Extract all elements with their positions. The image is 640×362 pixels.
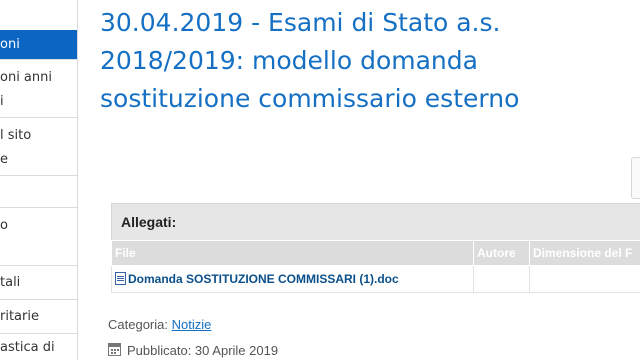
sidebar-nav: oni oni anni i l sito e o tali ritarie a…: [0, 0, 78, 360]
table-row: Domanda SOSTITUZIONE COMMISSARI (1).doc: [112, 266, 640, 293]
sidebar-item-label: oni anni: [0, 66, 77, 90]
sidebar-item[interactable]: tali: [0, 268, 77, 300]
sidebar-item-label: ritarie: [0, 302, 77, 332]
size-cell: [530, 266, 640, 293]
attachments-heading: Allegati:: [111, 203, 640, 240]
tools-button[interactable]: [631, 157, 640, 199]
published-line: Pubblicato: 30 Aprile 2019: [108, 343, 278, 358]
table-header-row: File Autore Dimensione del F: [112, 241, 640, 266]
category-link[interactable]: Notizie: [172, 317, 212, 332]
sidebar-item[interactable]: ritarie: [0, 302, 77, 334]
page-title: 30.04.2019 - Esami di Stato a.s. 2018/20…: [100, 4, 630, 118]
sidebar-item-active[interactable]: oni: [0, 30, 77, 60]
page-title-line: 30.04.2019 - Esami di Stato a.s.: [100, 4, 630, 42]
category-label: Categoria:: [108, 317, 168, 332]
sidebar-item[interactable]: oni anni i: [0, 62, 77, 118]
sidebar-item-label: tali: [0, 268, 77, 298]
attachments-table: File Autore Dimensione del F Domanda SOS…: [111, 240, 640, 293]
attachments-panel: Allegati: File Autore Dimensione del F D…: [111, 203, 640, 293]
sidebar-item-label: i: [0, 90, 77, 114]
file-cell: Domanda SOSTITUZIONE COMMISSARI (1).doc: [112, 266, 474, 293]
sidebar-item-label: l sito: [0, 124, 77, 148]
page-title-line: 2018/2019: modello domanda: [100, 42, 630, 80]
sidebar-item[interactable]: astica di: [0, 336, 77, 362]
category-line: Categoria: Notizie: [108, 317, 211, 332]
file-download-link[interactable]: Domanda SOSTITUZIONE COMMISSARI (1).doc: [128, 272, 399, 286]
page-title-line: sostituzione commissario esterno: [100, 80, 630, 118]
calendar-icon: [108, 343, 121, 356]
sidebar-item[interactable]: l sito e: [0, 120, 77, 176]
sidebar-item-label: o: [0, 214, 77, 238]
sidebar-item-label: e: [0, 148, 77, 172]
column-header-file[interactable]: File: [112, 241, 474, 266]
sidebar-item[interactable]: [0, 178, 77, 208]
column-header-author[interactable]: Autore: [474, 241, 530, 266]
published-date: Pubblicato: 30 Aprile 2019: [127, 343, 278, 358]
sidebar-item-label: oni: [0, 30, 77, 60]
sidebar-item[interactable]: [0, 240, 77, 266]
sidebar-item-label: astica di: [0, 336, 77, 360]
author-cell: [474, 266, 530, 293]
doc-file-icon: [115, 272, 126, 285]
column-header-size[interactable]: Dimensione del F: [530, 241, 640, 266]
